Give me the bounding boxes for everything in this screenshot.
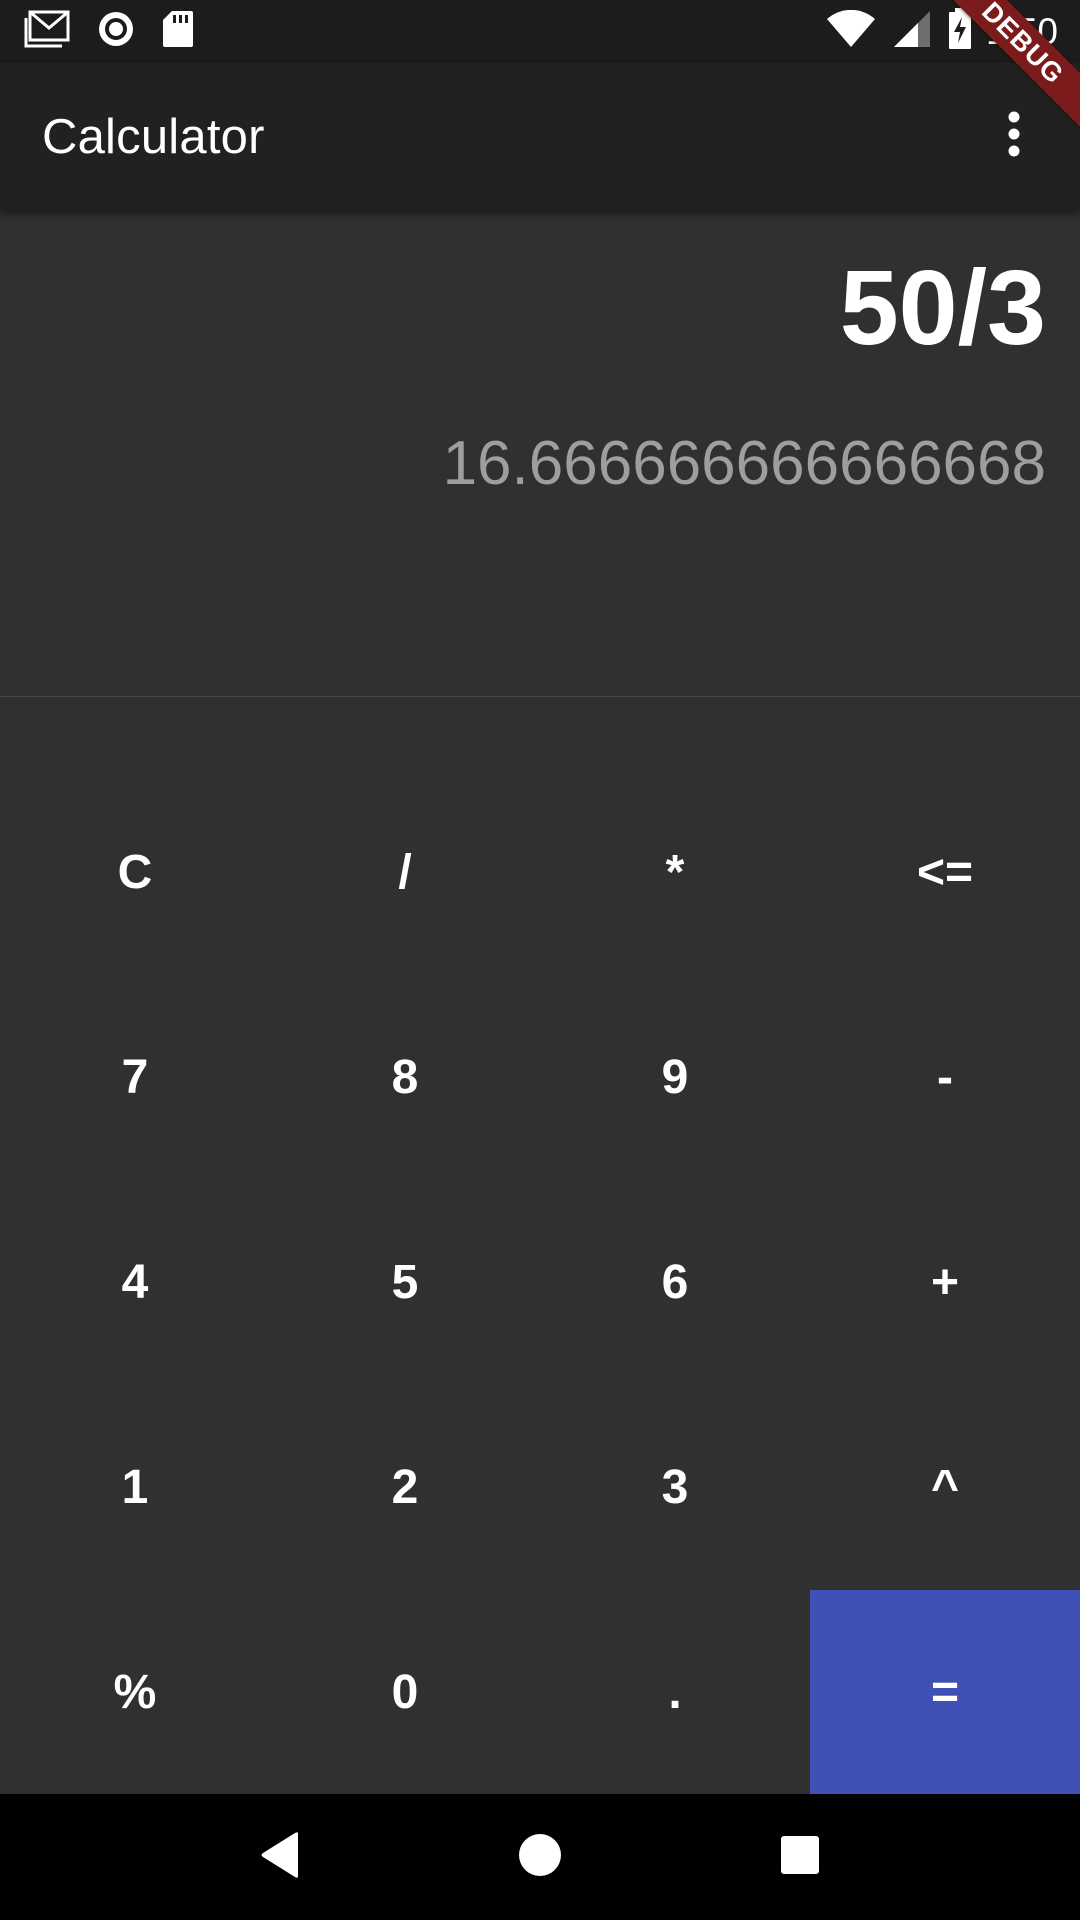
app-title: Calculator — [42, 109, 265, 164]
result-text: 16.666666666666668 — [442, 429, 1046, 498]
expression-text: 50/3 — [839, 249, 1046, 367]
key-equals[interactable]: = — [810, 1590, 1080, 1794]
key-3[interactable]: 3 — [540, 1385, 810, 1589]
key-5[interactable]: 5 — [270, 1180, 540, 1384]
key-7[interactable]: 7 — [0, 975, 270, 1179]
key-divide[interactable]: / — [270, 770, 540, 974]
home-icon — [518, 1833, 562, 1882]
back-icon — [258, 1831, 302, 1884]
key-backspace[interactable]: <= — [810, 770, 1080, 974]
gmail-icon — [24, 10, 70, 53]
calculator-display: 50/3 16.666666666666668 — [0, 210, 1080, 697]
wifi-icon — [826, 9, 876, 53]
key-multiply[interactable]: * — [540, 770, 810, 974]
record-icon — [96, 9, 136, 54]
key-subtract[interactable]: - — [810, 975, 1080, 1179]
more-vert-icon — [1007, 111, 1021, 162]
key-8[interactable]: 8 — [270, 975, 540, 1179]
key-9[interactable]: 9 — [540, 975, 810, 1179]
key-power[interactable]: ^ — [810, 1385, 1080, 1589]
nav-back-button[interactable] — [235, 1812, 325, 1902]
overflow-menu-button[interactable] — [978, 101, 1050, 173]
navigation-bar — [0, 1794, 1080, 1920]
key-decimal[interactable]: . — [540, 1590, 810, 1794]
calculator-screen: 1:50 DEBUG Calculator 50/3 16.6666666666… — [0, 0, 1080, 1920]
key-add[interactable]: + — [810, 1180, 1080, 1384]
key-0[interactable]: 0 — [270, 1590, 540, 1794]
key-1[interactable]: 1 — [0, 1385, 270, 1589]
sd-card-icon — [162, 10, 194, 53]
cell-signal-icon — [892, 9, 932, 54]
recents-icon — [780, 1835, 820, 1880]
status-bar: 1:50 — [0, 0, 1080, 63]
nav-home-button[interactable] — [495, 1812, 585, 1902]
key-6[interactable]: 6 — [540, 1180, 810, 1384]
key-clear[interactable]: C — [0, 770, 270, 974]
nav-recents-button[interactable] — [755, 1812, 845, 1902]
status-left-icons — [24, 9, 220, 54]
key-2[interactable]: 2 — [270, 1385, 540, 1589]
key-4[interactable]: 4 — [0, 1180, 270, 1384]
key-percent[interactable]: % — [0, 1590, 270, 1794]
app-bar: Calculator — [0, 63, 1080, 210]
keypad: C / * <= 7 8 9 - 4 5 6 + 1 2 3 ^ % 0 . = — [0, 770, 1080, 1794]
